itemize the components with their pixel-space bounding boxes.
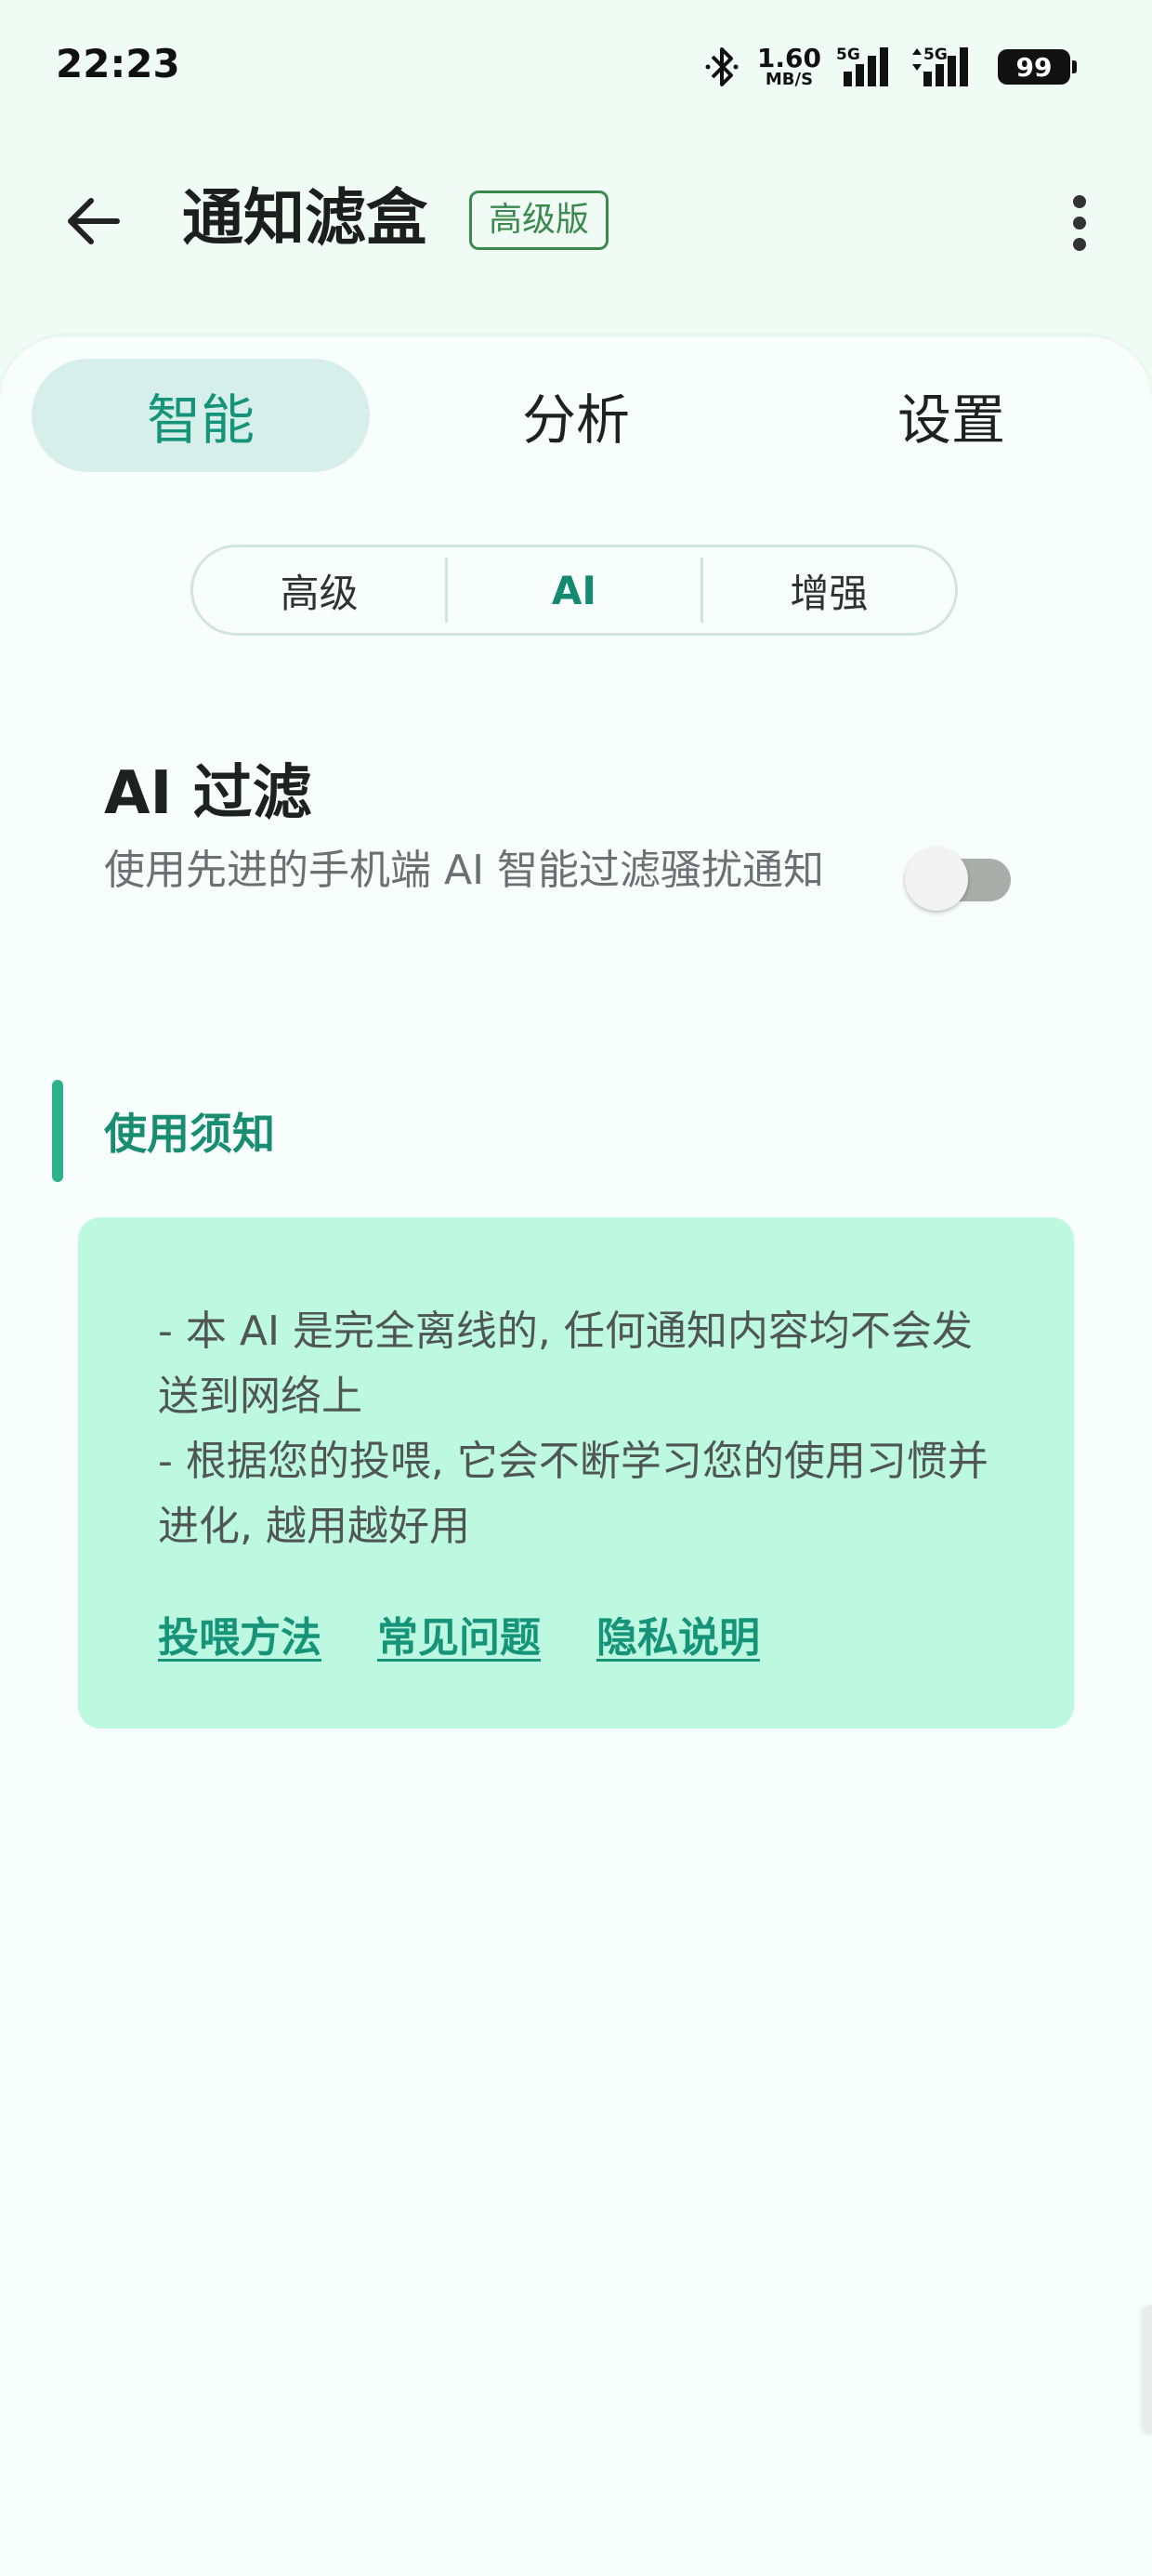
notice-line-offline: - 本 AI 是完全离线的, 任何通知内容均不会发送到网络上: [158, 1308, 973, 1420]
more-vertical-icon: [1073, 195, 1086, 251]
tab-analysis[interactable]: 分析: [407, 359, 745, 472]
status-icons: 1.60 MB/S 5G 5G 99: [705, 41, 1077, 93]
status-time: 22:23: [56, 41, 180, 86]
segment-enhance[interactable]: 增强: [703, 562, 955, 619]
network-speed-value: 1.60: [756, 43, 821, 73]
segment-advanced[interactable]: 高级: [193, 562, 445, 619]
primary-tabs: 智能 分析 设置: [32, 359, 1120, 472]
toggle-thumb: [905, 848, 968, 911]
network-speed: 1.60 MB/S: [757, 46, 821, 88]
ai-filter-description: 使用先进的手机端 AI 智能过滤骚扰通知: [104, 847, 825, 894]
signal-strength-1: 5G: [836, 46, 896, 88]
privacy-link[interactable]: 隐私说明: [596, 1604, 760, 1663]
notice-line-learning: - 根据您的投喂, 它会不断学习您的使用习惯并进化, 越用越好用: [158, 1438, 988, 1550]
signal-bars-icon: [923, 47, 968, 86]
feeding-method-link[interactable]: 投喂方法: [158, 1604, 321, 1663]
signal-strength-2: 5G: [910, 46, 970, 88]
section-title-usage-notice: 使用须知: [104, 1109, 275, 1159]
arrow-left-icon: [68, 198, 120, 244]
faq-link[interactable]: 常见问题: [377, 1604, 541, 1663]
bluetooth-icon: [705, 47, 739, 86]
battery-indicator: 99: [998, 49, 1077, 85]
edge-floating-handle[interactable]: [1143, 2305, 1152, 2435]
ai-filter-title: AI 过滤: [104, 759, 312, 828]
app-bar: 通知滤盒 高级版: [0, 158, 1152, 279]
ai-filter-toggle[interactable]: [905, 846, 1016, 911]
tab-smart[interactable]: 智能: [32, 359, 370, 472]
notice-links: 投喂方法 常见问题 隐私说明: [158, 1604, 1000, 1663]
more-options-button[interactable]: [1052, 186, 1107, 260]
main-content-card: 智能 分析 设置 高级 AI 增强 AI 过滤 使用先进的手机端 AI 智能过滤…: [0, 336, 1152, 2576]
premium-badge: 高级版: [469, 191, 609, 250]
tab-settings[interactable]: 设置: [782, 359, 1120, 472]
signal-bars-icon: [844, 47, 888, 86]
section-accent-bar: [52, 1080, 63, 1182]
network-speed-unit: MB/S: [765, 70, 814, 89]
segment-ai[interactable]: AI: [448, 568, 700, 613]
segmented-control: 高级 AI 增强: [190, 545, 958, 636]
app-title: 通知滤盒: [182, 182, 427, 254]
back-button[interactable]: [48, 184, 137, 258]
status-bar: 22:23 1.60 MB/S 5G 5G 99: [0, 0, 1152, 139]
usage-notice-box: - 本 AI 是完全离线的, 任何通知内容均不会发送到网络上 - 根据您的投喂,…: [78, 1217, 1074, 1728]
